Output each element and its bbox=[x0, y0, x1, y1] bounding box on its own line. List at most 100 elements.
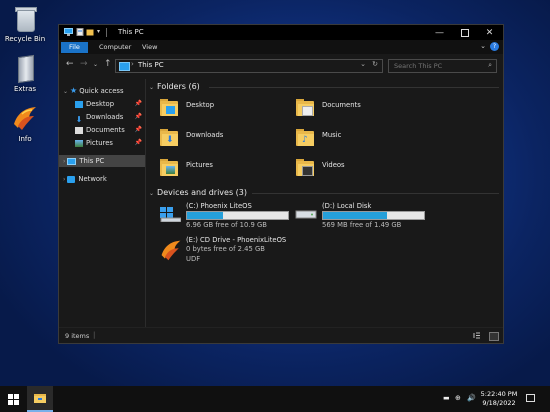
folder-label: Downloads bbox=[186, 131, 224, 139]
download-arrow-icon: ⬇ bbox=[75, 114, 83, 124]
clock-time: 5:22:40 PM bbox=[480, 390, 518, 398]
nav-quick-access[interactable]: ⌄ ★ Quick access bbox=[63, 85, 124, 97]
desktop-icon-info[interactable]: Info bbox=[0, 104, 50, 143]
this-pc-icon bbox=[67, 157, 77, 165]
start-button[interactable] bbox=[0, 386, 26, 412]
tab-computer[interactable]: Computer bbox=[91, 42, 139, 53]
network-icon[interactable]: ⊕ bbox=[455, 394, 461, 402]
large-icons-view-icon[interactable] bbox=[489, 332, 499, 341]
title-bar[interactable]: ▾ This PC — ✕ bbox=[59, 25, 503, 40]
chevron-right-icon[interactable]: › bbox=[63, 176, 65, 183]
recent-locations-icon[interactable]: ⌄ bbox=[93, 61, 98, 68]
chevron-down-icon[interactable]: ⌄ bbox=[149, 84, 154, 91]
section-header-devices[interactable]: ⌄ Devices and drives (3) bbox=[149, 188, 247, 197]
folder-pictures[interactable]: Pictures bbox=[159, 157, 299, 181]
battery-icon[interactable]: ▬ bbox=[443, 394, 450, 402]
search-input[interactable] bbox=[389, 60, 479, 72]
customize-quick-access-icon[interactable]: ▾ bbox=[97, 28, 105, 36]
section-title: Folders (6) bbox=[157, 82, 200, 91]
pin-icon: 📌 bbox=[134, 113, 142, 120]
section-header-folders[interactable]: ⌄ Folders (6) bbox=[149, 82, 200, 91]
expand-ribbon-icon[interactable]: ⌄ bbox=[480, 42, 486, 50]
desktop-icon-label: Recycle Bin bbox=[4, 35, 46, 43]
desktop-icon-label: Extras bbox=[13, 85, 37, 93]
address-bar[interactable]: › This PC ⌄ ↻ bbox=[115, 59, 383, 73]
extras-book-icon bbox=[12, 54, 38, 84]
drive-name: (E:) CD Drive - PhoenixLiteOS bbox=[186, 236, 287, 244]
window-title: This PC bbox=[118, 28, 144, 36]
taskbar-clock[interactable]: 5:22:40 PM 9/18/2022 bbox=[479, 390, 519, 408]
nav-item-pictures[interactable]: Pictures 📌 bbox=[75, 137, 145, 149]
breadcrumb[interactable]: This PC bbox=[138, 61, 164, 69]
desktop-icon bbox=[75, 100, 83, 108]
drive-filesystem: UDF bbox=[186, 255, 201, 263]
folder-icon: ⬇ bbox=[159, 127, 179, 147]
new-folder-icon[interactable] bbox=[86, 28, 94, 36]
nav-label: Pictures bbox=[86, 139, 113, 147]
nav-label: Quick access bbox=[79, 87, 124, 95]
folder-icon bbox=[295, 97, 315, 117]
up-button[interactable]: ↑ bbox=[104, 59, 112, 69]
drive-d[interactable]: (D:) Local Disk 569 MB free of 1.49 GB bbox=[295, 202, 435, 234]
drive-name: (C:) Phoenix LiteOS bbox=[186, 202, 252, 210]
nav-this-pc[interactable]: › This PC bbox=[59, 155, 145, 167]
chevron-down-icon[interactable]: ⌄ bbox=[149, 190, 154, 197]
drive-free-space: 0 bytes free of 2.45 GB bbox=[186, 245, 265, 253]
pin-icon: 📌 bbox=[134, 139, 142, 146]
nav-item-documents[interactable]: Documents 📌 bbox=[75, 124, 145, 136]
folder-icon: ♪ bbox=[295, 127, 315, 147]
folder-label: Pictures bbox=[186, 161, 213, 169]
nav-label: Desktop bbox=[86, 100, 115, 108]
nav-item-downloads[interactable]: ⬇ Downloads 📌 bbox=[75, 111, 145, 124]
folder-desktop[interactable]: Desktop bbox=[159, 97, 299, 121]
volume-icon[interactable]: 🔊 bbox=[467, 394, 476, 402]
minimize-button[interactable]: — bbox=[427, 25, 452, 40]
folder-label: Documents bbox=[322, 101, 361, 109]
nav-network[interactable]: › Network bbox=[63, 173, 107, 185]
drive-usage-bar bbox=[186, 211, 289, 220]
maximize-button[interactable] bbox=[452, 25, 477, 40]
folder-documents[interactable]: Documents bbox=[295, 97, 435, 121]
this-pc-icon bbox=[119, 62, 130, 71]
help-icon[interactable]: ? bbox=[490, 42, 499, 51]
properties-icon[interactable] bbox=[76, 28, 84, 36]
search-box[interactable]: ⌕ bbox=[388, 59, 497, 73]
recycle-bin-icon bbox=[12, 4, 38, 32]
details-view-icon[interactable] bbox=[473, 332, 481, 339]
star-icon: ★ bbox=[70, 86, 78, 95]
chevron-right-icon[interactable]: › bbox=[63, 158, 65, 165]
folder-videos[interactable]: Videos bbox=[295, 157, 435, 181]
search-icon: ⌕ bbox=[488, 61, 492, 69]
desktop-icon-recycle-bin[interactable]: Recycle Bin bbox=[0, 4, 50, 43]
close-icon: ✕ bbox=[485, 27, 494, 38]
nav-label: Network bbox=[78, 175, 107, 183]
desktop-icon-extras[interactable]: Extras bbox=[0, 54, 50, 93]
notification-icon[interactable] bbox=[526, 394, 535, 402]
nav-item-desktop[interactable]: Desktop 📌 bbox=[75, 98, 145, 110]
minimize-icon: — bbox=[435, 27, 444, 38]
file-explorer-icon bbox=[34, 394, 46, 403]
this-pc-icon bbox=[64, 28, 73, 36]
address-dropdown-icon[interactable]: ⌄ bbox=[360, 60, 366, 68]
windows-drive-icon bbox=[159, 206, 182, 224]
close-button[interactable]: ✕ bbox=[477, 25, 502, 40]
back-button[interactable]: ← bbox=[66, 59, 74, 69]
taskbar-file-explorer[interactable] bbox=[27, 386, 53, 412]
drive-c[interactable]: (C:) Phoenix LiteOS 6.96 GB free of 10.9… bbox=[159, 202, 299, 234]
phoenix-logo-icon bbox=[12, 104, 38, 132]
tab-view[interactable]: View bbox=[134, 42, 165, 53]
folder-label: Music bbox=[322, 131, 342, 139]
nav-label: This PC bbox=[79, 157, 105, 165]
nav-label: Downloads bbox=[86, 113, 124, 121]
navigation-pane: ⌄ ★ Quick access Desktop 📌 ⬇ Downloads 📌 Docu… bbox=[59, 79, 146, 327]
folder-music[interactable]: ♪ Music bbox=[295, 127, 435, 151]
refresh-icon[interactable]: ↻ bbox=[372, 60, 378, 68]
drive-e[interactable]: (E:) CD Drive - PhoenixLiteOS 0 bytes fr… bbox=[159, 236, 359, 268]
folder-downloads[interactable]: ⬇ Downloads bbox=[159, 127, 299, 151]
breadcrumb-separator: › bbox=[131, 60, 134, 68]
chevron-down-icon[interactable]: ⌄ bbox=[63, 88, 68, 95]
navigation-bar: ← → ⌄ ↑ › This PC ⌄ ↻ ⌕ bbox=[59, 54, 503, 76]
tab-file[interactable]: File bbox=[61, 42, 88, 53]
desktop-icon-label: Info bbox=[18, 135, 32, 143]
forward-button[interactable]: → bbox=[80, 59, 88, 69]
